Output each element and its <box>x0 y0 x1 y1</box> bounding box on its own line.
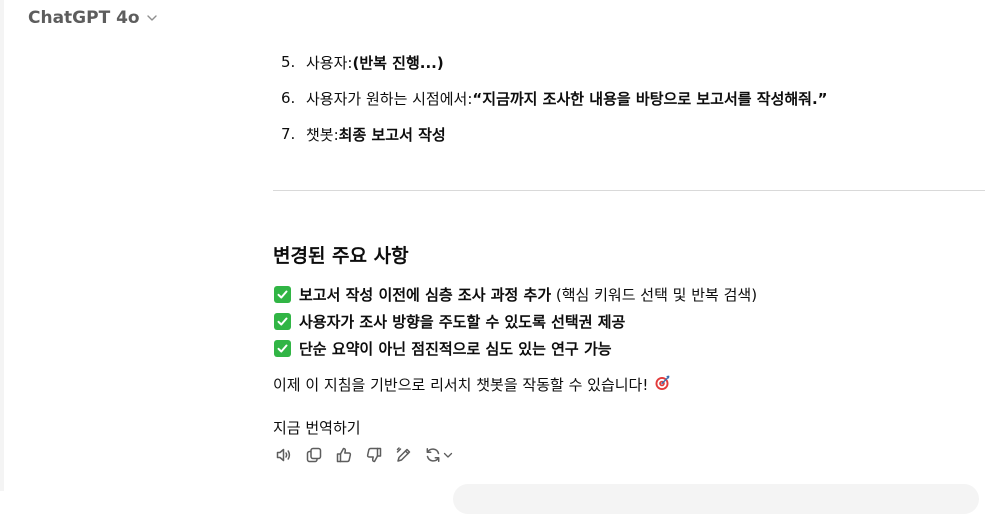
check-mark-icon <box>274 313 291 330</box>
chevron-down-icon <box>443 452 453 458</box>
good-response-button[interactable] <box>334 445 353 464</box>
changes-list: 보고서 작성 이전에 심층 조사 과정 추가 (핵심 키워드 선택 및 반복 검… <box>274 281 757 362</box>
change-bold-text: 단순 요약이 아닌 점진적으로 심도 있는 연구 가능 <box>299 340 612 358</box>
copy-icon <box>306 447 321 462</box>
closing-text-row: 이제 이 지침을 기반으로 리서치 챗봇을 작동할 수 있습니다! <box>273 374 670 395</box>
chevron-down-icon <box>146 12 158 24</box>
edit-in-canvas-button[interactable] <box>394 445 413 464</box>
step-text: 사용자가 원하는 시점에서: <box>306 89 473 108</box>
step-text: 챗봇: <box>306 125 339 144</box>
check-mark-icon <box>274 340 291 357</box>
thumbs-up-icon <box>336 447 351 462</box>
list-number: 6. <box>281 89 296 107</box>
list-item: 7. 챗봇: 최종 보고서 작성 <box>281 116 828 152</box>
message-composer[interactable] <box>453 484 979 514</box>
list-number: 5. <box>281 53 296 71</box>
step-bold-text: “지금까지 조사한 내용을 바탕으로 보고서를 작성해줘.” <box>472 89 828 108</box>
list-number: 7. <box>281 125 296 143</box>
regenerate-button[interactable] <box>424 446 453 464</box>
change-bold-text: 보고서 작성 이전에 심층 조사 과정 추가 <box>299 286 552 304</box>
divider <box>273 190 985 191</box>
closing-text: 이제 이 지침을 기반으로 리서치 챗봇을 작동할 수 있습니다! <box>273 376 649 394</box>
check-mark-icon <box>274 286 291 303</box>
list-item: 단순 요약이 아닌 점진적으로 심도 있는 연구 가능 <box>274 335 757 362</box>
bad-response-button[interactable] <box>364 445 383 464</box>
step-bold-text: (반복 진행...) <box>352 53 444 72</box>
thumbs-down-icon <box>366 447 381 462</box>
sidebar-edge <box>0 0 4 491</box>
model-selector[interactable]: ChatGPT 4o <box>28 8 158 28</box>
steps-list: 5. 사용자: (반복 진행...) 6. 사용자가 원하는 시점에서: “지금… <box>281 44 828 152</box>
list-item: 사용자가 조사 방향을 주도할 수 있도록 선택권 제공 <box>274 308 757 335</box>
change-normal-text: (핵심 키워드 선택 및 반복 검색) <box>551 286 758 304</box>
step-text: 사용자: <box>306 53 353 72</box>
list-item: 보고서 작성 이전에 심층 조사 과정 추가 (핵심 키워드 선택 및 반복 검… <box>274 281 757 308</box>
copy-button[interactable] <box>304 445 323 464</box>
step-bold-text: 최종 보고서 작성 <box>338 125 446 144</box>
change-bold-text: 사용자가 조사 방향을 주도할 수 있도록 선택권 제공 <box>299 313 626 331</box>
speaker-icon <box>276 448 290 461</box>
list-item: 5. 사용자: (반복 진행...) <box>281 44 828 80</box>
list-item: 6. 사용자가 원하는 시점에서: “지금까지 조사한 내용을 바탕으로 보고서… <box>281 80 828 116</box>
section-heading: 변경된 주요 사항 <box>273 245 409 267</box>
message-action-bar <box>274 445 453 464</box>
refresh-icon <box>426 447 440 462</box>
translate-now-link[interactable]: 지금 번역하기 <box>273 417 361 438</box>
direct-hit-target-icon <box>654 375 670 395</box>
pen-icon <box>396 446 410 462</box>
read-aloud-button[interactable] <box>274 445 293 464</box>
model-name: ChatGPT 4o <box>28 8 140 28</box>
